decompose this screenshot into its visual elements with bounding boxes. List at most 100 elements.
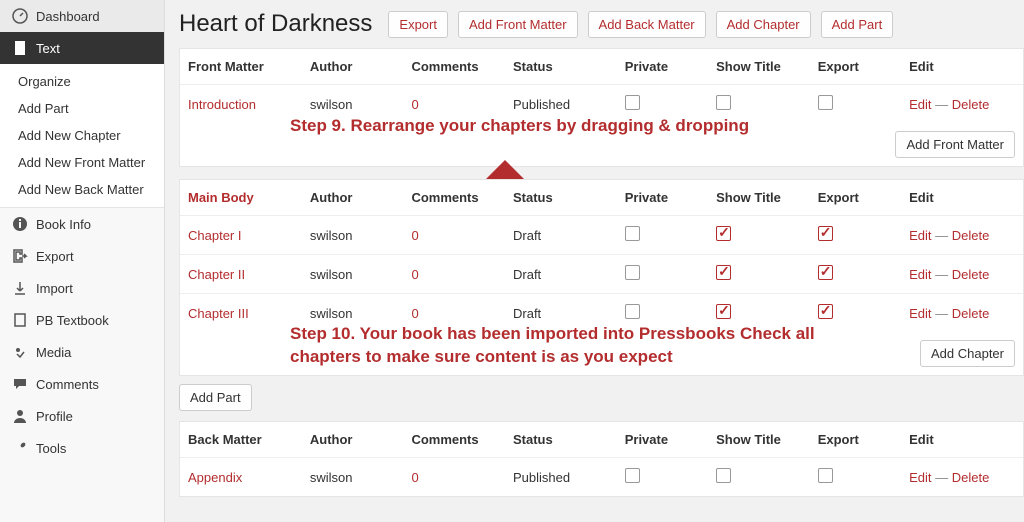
col-author: Author (302, 180, 404, 216)
show-title-checkbox[interactable] (716, 265, 731, 280)
private-checkbox[interactable] (625, 226, 640, 241)
sidebar-item-book-info[interactable]: Book Info (0, 208, 164, 240)
show-title-checkbox[interactable] (716, 226, 731, 241)
row-title-link[interactable]: Chapter III (188, 306, 249, 321)
add-part-inline-button[interactable]: Add Part (179, 384, 252, 411)
title-bar: Heart of Darkness Export Add Front Matte… (179, 10, 1024, 38)
sidebar-label: Import (36, 281, 73, 296)
sidebar-sub-add-chapter[interactable]: Add New Chapter (0, 122, 164, 149)
front-matter-panel: Front Matter Author Comments Status Priv… (179, 48, 1024, 167)
sidebar-label: Comments (36, 377, 99, 392)
export-checkbox[interactable] (818, 468, 833, 483)
show-title-checkbox[interactable] (716, 95, 731, 110)
main-body-rows: Chapter Iswilson0DraftEdit — DeleteChapt… (180, 216, 1023, 333)
edit-link[interactable]: Edit (909, 97, 931, 112)
add-front-matter-button[interactable]: Add Front Matter (458, 11, 578, 38)
sidebar-item-media[interactable]: Media (0, 336, 164, 368)
row-title-link[interactable]: Chapter II (188, 267, 245, 282)
private-checkbox[interactable] (625, 95, 640, 110)
col-private: Private (617, 422, 708, 458)
col-show-title: Show Title (708, 49, 810, 85)
row-comments-link[interactable]: 0 (411, 228, 418, 243)
sidebar-label: PB Textbook (36, 313, 109, 328)
delete-link[interactable]: Delete (952, 228, 990, 243)
back-matter-panel: Back Matter Author Comments Status Priva… (179, 421, 1024, 497)
sidebar-sub-add-back-matter[interactable]: Add New Back Matter (0, 176, 164, 203)
sidebar-sub-add-part[interactable]: Add Part (0, 95, 164, 122)
edit-link[interactable]: Edit (909, 228, 931, 243)
sidebar-label: Media (36, 345, 71, 360)
col-status: Status (505, 49, 617, 85)
delete-link[interactable]: Delete (952, 97, 990, 112)
sidebar-item-dashboard[interactable]: Dashboard (0, 0, 164, 32)
col-back-matter: Back Matter (180, 422, 302, 458)
export-checkbox[interactable] (818, 95, 833, 110)
front-matter-rows: Introductionswilson0PublishedEdit — Dele… (180, 85, 1023, 124)
import-icon (12, 280, 28, 296)
col-status: Status (505, 422, 617, 458)
sidebar-label: Text (36, 41, 60, 56)
sidebar-label: Export (36, 249, 74, 264)
private-checkbox[interactable] (625, 265, 640, 280)
sidebar-item-comments[interactable]: Comments (0, 368, 164, 400)
row-author: swilson (302, 294, 404, 333)
main-body-table: Main Body Author Comments Status Private… (180, 180, 1023, 332)
sidebar-item-pb-textbook[interactable]: PB Textbook (0, 304, 164, 336)
row-comments-link[interactable]: 0 (411, 306, 418, 321)
add-back-matter-button[interactable]: Add Back Matter (588, 11, 706, 38)
row-comments-link[interactable]: 0 (411, 470, 418, 485)
info-icon (12, 216, 28, 232)
front-matter-table: Front Matter Author Comments Status Priv… (180, 49, 1023, 123)
sidebar-sub-organize[interactable]: Organize (0, 68, 164, 95)
page-title: Heart of Darkness (179, 10, 372, 38)
row-author: swilson (302, 85, 404, 124)
sidebar-item-text[interactable]: Text (0, 32, 164, 64)
wrench-icon (12, 440, 28, 456)
row-title-link[interactable]: Chapter I (188, 228, 241, 243)
action-separator: — (932, 97, 952, 112)
action-separator: — (932, 306, 952, 321)
row-comments-link[interactable]: 0 (411, 267, 418, 282)
row-comments-link[interactable]: 0 (411, 97, 418, 112)
row-title-link[interactable]: Introduction (188, 97, 256, 112)
show-title-checkbox[interactable] (716, 304, 731, 319)
table-row[interactable]: Appendixswilson0PublishedEdit — Delete (180, 458, 1023, 497)
sidebar-item-tools[interactable]: Tools (0, 432, 164, 464)
row-title-link[interactable]: Appendix (188, 470, 242, 485)
show-title-checkbox[interactable] (716, 468, 731, 483)
delete-link[interactable]: Delete (952, 306, 990, 321)
export-checkbox[interactable] (818, 304, 833, 319)
export-checkbox[interactable] (818, 226, 833, 241)
table-row[interactable]: Chapter IIswilson0DraftEdit — Delete (180, 255, 1023, 294)
edit-link[interactable]: Edit (909, 470, 931, 485)
row-author: swilson (302, 255, 404, 294)
add-front-matter-inline-button[interactable]: Add Front Matter (895, 131, 1015, 158)
edit-link[interactable]: Edit (909, 306, 931, 321)
edit-link[interactable]: Edit (909, 267, 931, 282)
col-export: Export (810, 422, 901, 458)
sidebar-item-profile[interactable]: Profile (0, 400, 164, 432)
table-row[interactable]: Introductionswilson0PublishedEdit — Dele… (180, 85, 1023, 124)
row-status: Published (505, 458, 617, 497)
book-icon (12, 312, 28, 328)
export-checkbox[interactable] (818, 265, 833, 280)
private-checkbox[interactable] (625, 468, 640, 483)
add-chapter-button[interactable]: Add Chapter (716, 11, 811, 38)
table-row[interactable]: Chapter Iswilson0DraftEdit — Delete (180, 216, 1023, 255)
user-icon (12, 408, 28, 424)
delete-link[interactable]: Delete (952, 267, 990, 282)
sidebar-label: Profile (36, 409, 73, 424)
action-separator: — (932, 267, 952, 282)
document-icon (12, 40, 28, 56)
add-chapter-inline-button[interactable]: Add Chapter (920, 340, 1015, 367)
sidebar-item-export[interactable]: Export (0, 240, 164, 272)
col-status: Status (505, 180, 617, 216)
sidebar-item-import[interactable]: Import (0, 272, 164, 304)
delete-link[interactable]: Delete (952, 470, 990, 485)
private-checkbox[interactable] (625, 304, 640, 319)
export-button[interactable]: Export (388, 11, 448, 38)
sidebar-sub-add-front-matter[interactable]: Add New Front Matter (0, 149, 164, 176)
add-part-button[interactable]: Add Part (821, 11, 894, 38)
row-status: Draft (505, 294, 617, 333)
table-row[interactable]: Chapter III swilson 0 Draft Edit — Delete (180, 294, 1023, 333)
